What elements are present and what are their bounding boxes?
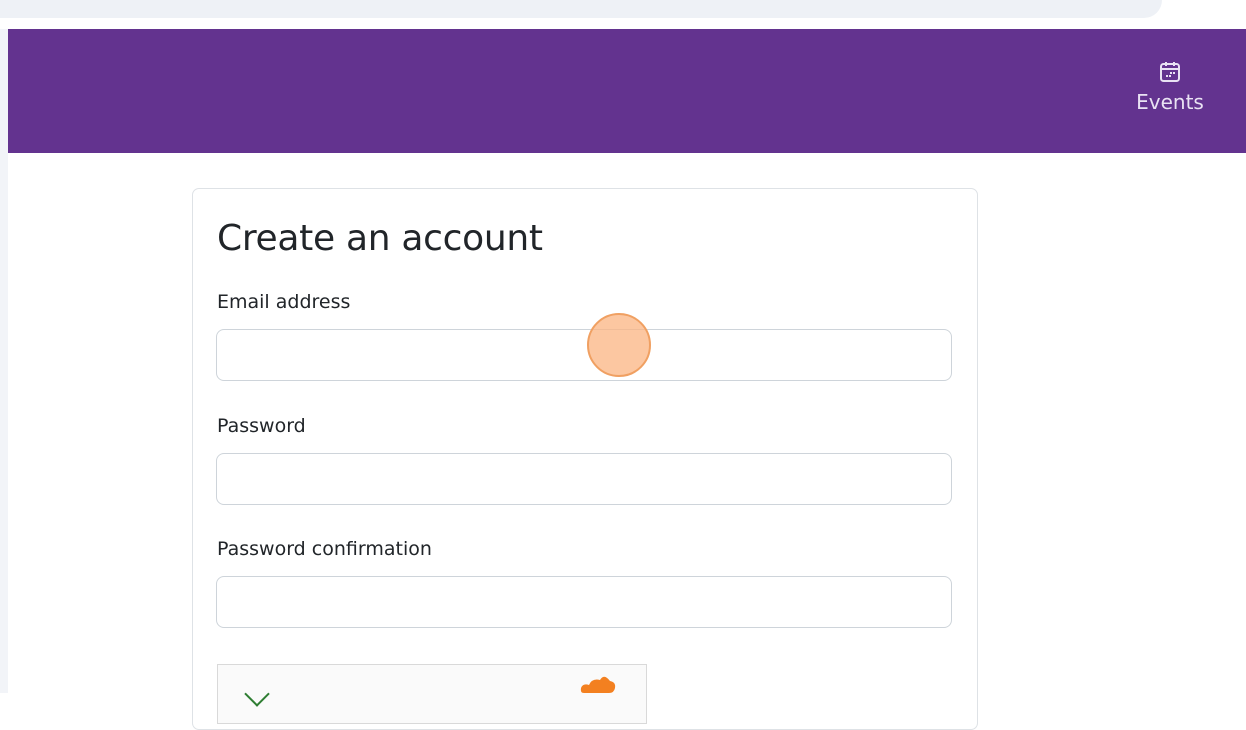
nav-item-next[interactable]: P	[1237, 59, 1246, 115]
email-label: Email address	[217, 291, 351, 313]
address-bar[interactable]	[0, 0, 1162, 18]
nav-item-next-label: P	[1237, 89, 1246, 115]
password-confirmation-field[interactable]	[216, 576, 952, 628]
email-field[interactable]	[216, 329, 952, 381]
checkmark-icon	[244, 681, 270, 707]
nav-item-events-label: Events	[1136, 90, 1204, 114]
cloud-logo-icon	[580, 676, 616, 693]
nav-item-events[interactable]: Events	[1136, 59, 1204, 115]
signup-card: Create an account Email address Password…	[192, 188, 978, 730]
captcha-widget[interactable]	[217, 664, 647, 724]
password-label: Password	[217, 415, 306, 437]
page-title: Create an account	[217, 218, 543, 259]
password-confirmation-label: Password confirmation	[217, 538, 432, 560]
top-navbar: Events P	[8, 29, 1246, 153]
password-field[interactable]	[216, 453, 952, 505]
window-edge	[0, 29, 8, 693]
calendar-icon	[1160, 62, 1180, 82]
browser-toolbar	[0, 0, 1246, 29]
